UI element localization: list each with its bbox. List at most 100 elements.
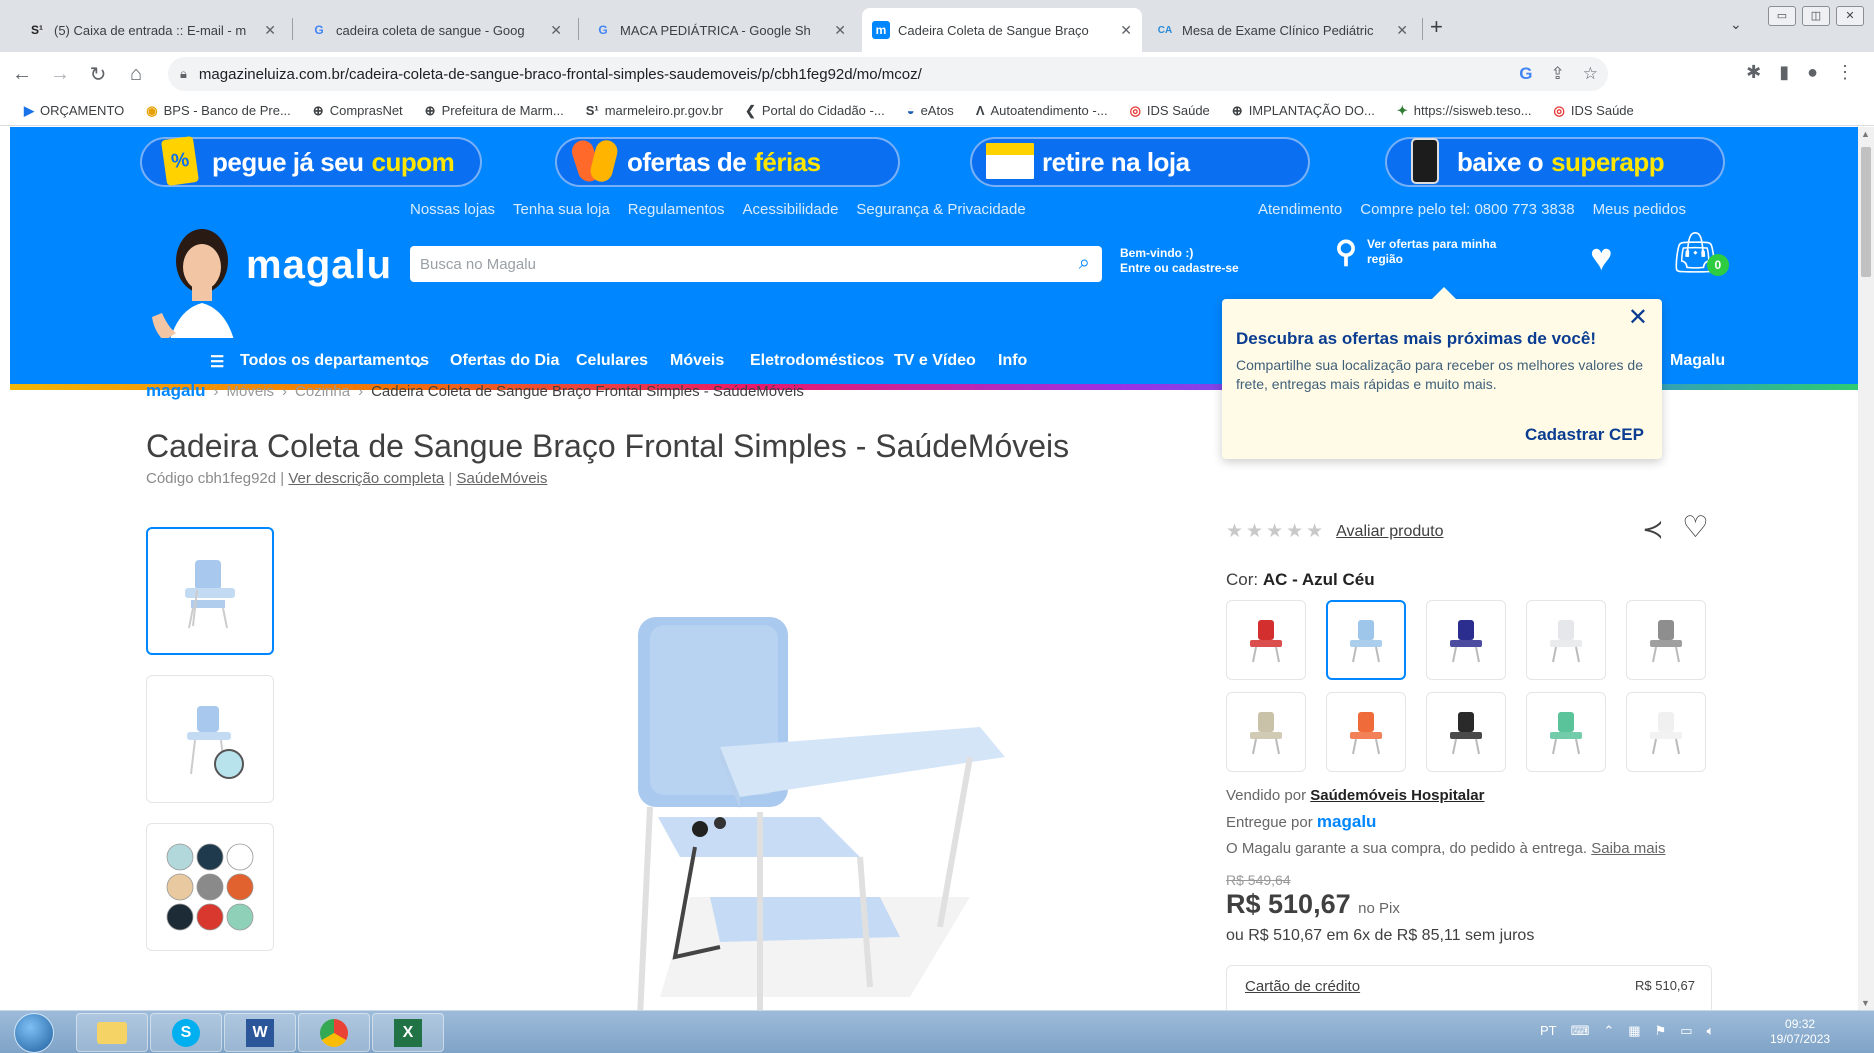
color-swatch[interactable] — [1326, 600, 1406, 680]
bookmark-item[interactable]: ❮ Portal do Cidadão -... — [745, 103, 885, 119]
nav-ofertas-do-dia[interactable]: Ofertas do Dia — [450, 352, 559, 370]
explorer-taskbar-button[interactable] — [76, 1013, 148, 1052]
bookmark-item[interactable]: Λ Autoatendimento -... — [976, 103, 1108, 118]
product-thumbnail-colors[interactable] — [146, 823, 274, 951]
bookmark-item[interactable]: ▶ ORÇAMENTO — [24, 103, 124, 119]
ferias-banner-button[interactable]: ofertas de férias — [555, 137, 900, 187]
full-description-link[interactable]: Ver descrição completa — [288, 470, 444, 487]
menu-hamburger-icon[interactable]: ☰ — [210, 352, 224, 372]
excel-taskbar-button[interactable]: X — [372, 1013, 444, 1052]
payment-card-option[interactable]: Cartão de crédito R$ 510,67 — [1226, 965, 1712, 1010]
product-thumbnail[interactable] — [146, 675, 274, 803]
page-scrollbar[interactable]: ▲ ▼ — [1858, 127, 1874, 1010]
chevron-down-icon[interactable]: ⌄ — [412, 352, 425, 372]
color-swatch[interactable] — [1426, 600, 1506, 680]
bookmark-item[interactable]: ◉ BPS - Banco de Pre... — [146, 103, 291, 119]
close-tab-icon[interactable]: ✕ — [264, 22, 276, 39]
magalu-logo[interactable]: magalu — [246, 243, 392, 288]
share-icon[interactable]: ≺ — [1642, 514, 1664, 545]
color-swatch[interactable] — [1626, 692, 1706, 772]
network-icon[interactable]: ▦ — [1628, 1023, 1640, 1039]
back-arrow-icon[interactable]: ← — [6, 63, 38, 86]
start-button-icon[interactable] — [14, 1013, 54, 1053]
word-taskbar-button[interactable]: W — [224, 1013, 296, 1052]
nav-eletrodomesticos[interactable]: Eletrodomésticos — [750, 352, 884, 370]
product-main-image[interactable] — [610, 597, 1110, 1010]
close-tab-icon[interactable]: ✕ — [1120, 22, 1132, 39]
home-icon[interactable]: ⌂ — [120, 63, 152, 86]
close-tab-icon[interactable]: ✕ — [550, 22, 562, 39]
maximize-icon[interactable]: ◫ — [1802, 6, 1830, 26]
bookmark-item[interactable]: ◒ eAtos — [907, 103, 954, 118]
bookmark-item[interactable]: ◎ IDS Saúde — [1554, 103, 1634, 119]
scroll-up-icon[interactable]: ▲ — [1861, 129, 1870, 139]
link-nossas-lojas[interactable]: Nossas lojas — [410, 201, 495, 218]
breadcrumb-home[interactable]: magalu — [146, 381, 206, 401]
favorite-heart-icon[interactable]: ♡ — [1682, 510, 1709, 545]
search-input[interactable]: Busca no Magalu ⌕ — [410, 246, 1102, 282]
google-g-icon[interactable]: G — [1519, 64, 1532, 84]
phone-number[interactable]: Compre pelo tel: 0800 773 3838 — [1360, 201, 1574, 218]
nav-tv-e-video[interactable]: TV e Vídeo — [894, 352, 976, 370]
scrollbar-thumb[interactable] — [1861, 147, 1871, 277]
system-clock[interactable]: 09:32 19/07/2023 — [1770, 1017, 1830, 1047]
nav-magalu[interactable]: Magalu — [1670, 352, 1725, 370]
link-tenha-sua-loja[interactable]: Tenha sua loja — [513, 201, 610, 218]
keyboard-icon[interactable]: ⌨ — [1571, 1023, 1590, 1039]
tab-magalu-active[interactable]: m Cadeira Coleta de Sangue Braço ✕ — [862, 8, 1142, 52]
link-atendimento[interactable]: Atendimento — [1258, 201, 1342, 218]
close-tab-icon[interactable]: ✕ — [834, 22, 846, 39]
tab-mesa-exame[interactable]: CA Mesa de Exame Clínico Pediátric ✕ — [1146, 8, 1418, 52]
volume-icon[interactable]: 🔈︎ — [1707, 1023, 1715, 1039]
tab-email[interactable]: S¹ (5) Caixa de entrada :: E-mail - m ✕ — [18, 8, 286, 52]
learn-more-link[interactable]: Saiba mais — [1591, 840, 1665, 857]
register-cep-link[interactable]: Cadastrar CEP — [1525, 425, 1644, 445]
product-thumbnail-selected[interactable] — [146, 527, 274, 655]
seller-link[interactable]: Saúdemóveis Hospitalar — [1310, 787, 1484, 804]
forward-arrow-icon[interactable]: → — [44, 63, 76, 86]
close-window-icon[interactable]: ✕ — [1836, 6, 1864, 26]
cupom-banner-button[interactable]: % pegue já seu cupom — [140, 135, 482, 187]
nav-celulares[interactable]: Celulares — [576, 352, 648, 370]
rate-product-link[interactable]: Avaliar produto — [1336, 523, 1443, 541]
wishlist-heart-icon[interactable]: ♥ — [1590, 237, 1613, 280]
color-swatch[interactable] — [1426, 692, 1506, 772]
link-seguranca[interactable]: Segurança & Privacidade — [856, 201, 1025, 218]
share-icon[interactable]: ⇪ — [1551, 64, 1565, 84]
color-swatch[interactable] — [1526, 692, 1606, 772]
login-link[interactable]: Bem-vindo :) Entre ou cadastre-se — [1120, 246, 1239, 276]
profile-avatar-icon[interactable]: ● — [1807, 62, 1818, 83]
tab-google-search[interactable]: G cadeira coleta de sangue - Goog ✕ — [300, 8, 572, 52]
nav-moveis[interactable]: Móveis — [670, 352, 724, 370]
language-indicator[interactable]: PT — [1540, 1023, 1557, 1039]
superapp-banner-button[interactable]: baixe o superapp — [1385, 137, 1725, 187]
close-popup-icon[interactable]: ✕ — [1628, 303, 1648, 332]
tab-google-shopping[interactable]: G MACA PEDIÁTRICA - Google Sh ✕ — [584, 8, 856, 52]
side-panel-icon[interactable]: ▮ — [1779, 62, 1789, 83]
bookmark-item[interactable]: ⊕ IMPLANTAÇÃO DO... — [1232, 103, 1375, 119]
nav-todos-departamentos[interactable]: Todos os departamentos — [240, 352, 429, 370]
brand-link[interactable]: SaúdeMóveis — [457, 470, 548, 487]
cart-bag-icon[interactable]: 👜︎ 0 — [1670, 229, 1729, 276]
bookmark-star-icon[interactable]: ☆ — [1583, 64, 1598, 84]
bookmark-item[interactable]: S¹ marmeleiro.pr.gov.br — [586, 103, 723, 118]
reload-icon[interactable]: ↻ — [82, 62, 114, 87]
link-meus-pedidos[interactable]: Meus pedidos — [1593, 201, 1686, 218]
credit-card-link[interactable]: Cartão de crédito — [1245, 978, 1360, 995]
color-swatch[interactable] — [1226, 692, 1306, 772]
address-bar[interactable]: 🔒︎ magazineluiza.com.br/cadeira-coleta-d… — [168, 57, 1608, 91]
link-regulamentos[interactable]: Regulamentos — [628, 201, 725, 218]
menu-dots-icon[interactable]: ⋮ — [1836, 62, 1854, 83]
tab-search-chevron-icon[interactable]: ⌄ — [1730, 16, 1742, 33]
skype-taskbar-button[interactable]: S — [150, 1013, 222, 1052]
nav-info[interactable]: Info — [998, 352, 1027, 370]
breadcrumb-cozinha[interactable]: Cozinha — [295, 383, 350, 400]
scroll-down-icon[interactable]: ▼ — [1861, 998, 1870, 1008]
retire-loja-banner-button[interactable]: retire na loja — [970, 137, 1310, 187]
bookmark-item[interactable]: ◎ IDS Saúde — [1130, 103, 1210, 119]
bookmark-item[interactable]: ⊕ ComprasNet — [313, 103, 403, 119]
flag-icon[interactable]: ⚑ — [1655, 1023, 1667, 1039]
display-icon[interactable]: ▭ — [1680, 1023, 1692, 1039]
breadcrumb-moveis[interactable]: Móveis — [227, 383, 275, 400]
new-tab-plus-icon[interactable]: + — [1430, 14, 1443, 40]
